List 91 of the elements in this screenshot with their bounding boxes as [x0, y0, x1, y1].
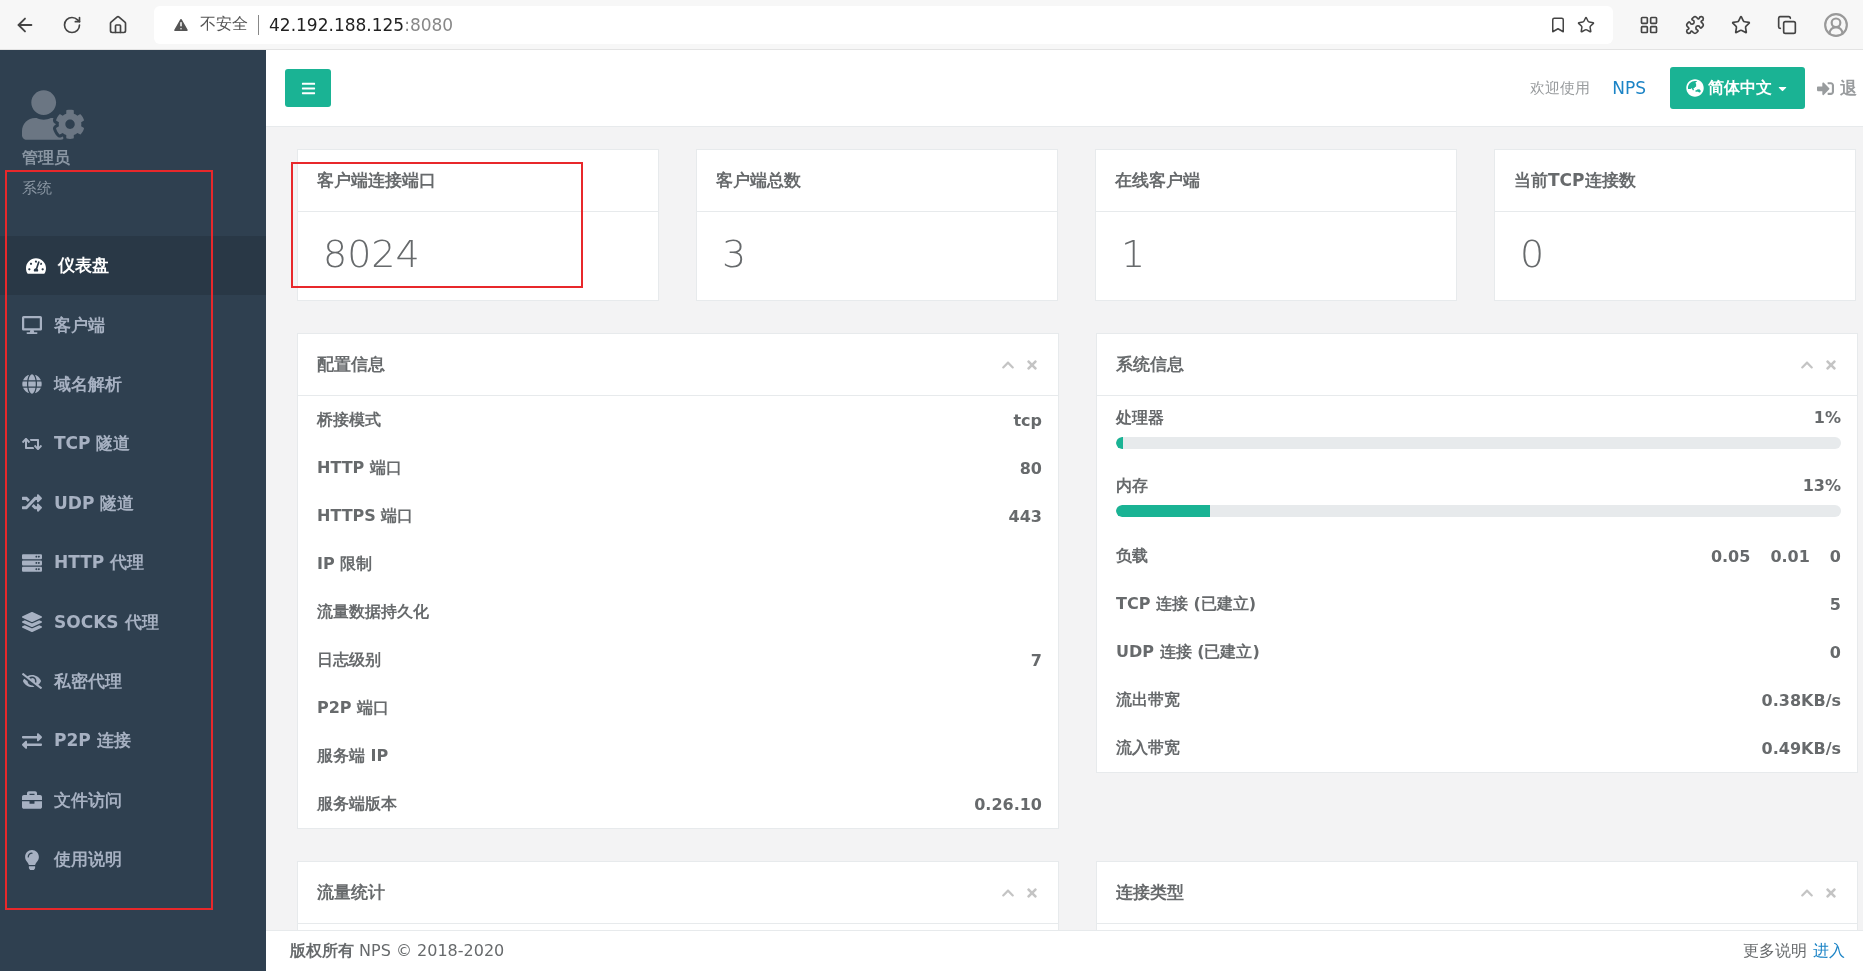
home-icon[interactable]: [108, 14, 128, 35]
close-icon[interactable]: [1824, 885, 1838, 900]
nav-item[interactable]: 域名解析: [0, 354, 266, 415]
row-value: 13%: [1802, 476, 1841, 497]
logout-link[interactable]: 退: [1817, 76, 1863, 100]
security-label: 不安全: [200, 14, 248, 35]
server-icon: [22, 552, 42, 573]
nav-item[interactable]: 文件访问: [0, 770, 266, 830]
stat-value: 0: [1519, 231, 1546, 278]
row-label: 处理器: [1116, 408, 1164, 429]
reload-icon[interactable]: [62, 14, 82, 35]
row-label: 流出带宽: [1116, 689, 1180, 711]
row-label: UDP 连接 (已建立): [1116, 641, 1260, 663]
nav-item[interactable]: 使用说明: [0, 829, 266, 890]
row-value: 1%: [1813, 408, 1841, 429]
row-value: 7: [1030, 650, 1042, 670]
monitor-icon: [22, 315, 42, 336]
shuffle-icon: [22, 493, 42, 514]
row-value: 0.01: [1770, 546, 1810, 566]
row-label: 流入带宽: [1116, 737, 1180, 759]
favorites-icon[interactable]: [1731, 14, 1751, 35]
row-label: 流量数据持久化: [317, 601, 429, 623]
avatar-icon[interactable]: [1823, 11, 1849, 38]
menu-button[interactable]: [285, 69, 331, 107]
url-host: 42.192.188.125:8080: [269, 14, 454, 35]
nav-item[interactable]: 私密代理: [0, 651, 266, 712]
panel-title: 配置信息: [317, 353, 385, 376]
panel-title: 流量统计: [317, 881, 385, 904]
row-label: TCP 连接 (已建立): [1116, 593, 1257, 615]
eye-slash-icon: [22, 671, 42, 692]
layers-icon: [22, 612, 42, 633]
close-icon[interactable]: [1025, 357, 1039, 372]
puzzle-icon[interactable]: [1685, 14, 1705, 35]
row-value: 5: [1829, 594, 1841, 614]
stat-value: 3: [721, 231, 748, 278]
welcome-text: 欢迎使用: [1530, 78, 1591, 98]
row-value: 0.38KB/s: [1761, 690, 1841, 710]
panel-title: 连接类型: [1116, 881, 1184, 904]
panel-title: 系统信息: [1116, 353, 1184, 376]
globe-icon: [1686, 79, 1704, 97]
row-label: 日志级别: [317, 649, 381, 671]
nav-item[interactable]: SOCKS 代理: [0, 592, 266, 652]
nav-item[interactable]: 仪表盘: [0, 236, 266, 296]
nav-item[interactable]: P2P 连接: [0, 711, 266, 771]
sign-in-icon: [1817, 79, 1834, 97]
nav-item[interactable]: HTTP 代理: [0, 532, 266, 593]
language-button[interactable]: 简体中文: [1670, 67, 1805, 109]
row-label: 服务端版本: [317, 793, 397, 815]
row-value: 0.05: [1710, 546, 1751, 566]
section-label: 系统: [22, 179, 52, 198]
row-label: HTTP 端口: [317, 457, 402, 479]
row-value: 80: [1019, 458, 1042, 478]
menu-icon: [300, 80, 316, 96]
globe-icon: [22, 374, 42, 395]
stat-title: 在线客户端: [1115, 169, 1200, 192]
stat-title: 客户端连接端口: [317, 169, 436, 192]
copyright-text: 版权所有 NPS © 2018-2020: [290, 940, 505, 962]
row-value: 443: [1008, 506, 1042, 526]
gauge-icon: [26, 255, 46, 276]
row-label: 负载: [1116, 545, 1148, 567]
row-label: 桥接模式: [317, 409, 381, 431]
row-label: HTTPS 端口: [317, 505, 414, 527]
close-icon[interactable]: [1824, 357, 1838, 372]
row-label: 内存: [1116, 476, 1148, 497]
nav-item[interactable]: 客户端: [0, 295, 266, 355]
row-label: IP 限制: [317, 553, 373, 575]
brand-link[interactable]: NPS: [1612, 78, 1646, 98]
row-value: 0: [1829, 546, 1841, 566]
row-label: P2P 端口: [317, 697, 390, 719]
collections-icon[interactable]: [1777, 14, 1797, 35]
stat-value: 1: [1120, 231, 1147, 278]
row-value: tcp: [1013, 410, 1042, 430]
stat-title: 客户端总数: [716, 169, 801, 192]
grid-icon[interactable]: [1639, 14, 1659, 35]
row-label: 服务端 IP: [317, 745, 389, 767]
exchange-icon: [22, 730, 42, 751]
row-value: 0.49KB/s: [1761, 738, 1841, 758]
nav-item[interactable]: TCP 隧道: [0, 414, 266, 474]
user-label: 管理员: [22, 148, 70, 169]
row-value: 0.26.10: [974, 794, 1042, 814]
briefcase-icon: [22, 790, 42, 811]
star-icon[interactable]: [1577, 15, 1595, 34]
stat-value: 8024: [322, 231, 421, 278]
address-bar[interactable]: 不安全 42.192.188.125:8080: [154, 5, 1613, 44]
stat-title: 当前TCP连接数: [1514, 169, 1636, 192]
more-text: 更多说明: [1743, 940, 1807, 962]
enter-link[interactable]: 进入: [1813, 940, 1845, 962]
nav-item[interactable]: UDP 隧道: [0, 473, 266, 533]
lightbulb-icon: [22, 849, 42, 870]
row-value: 0: [1829, 642, 1841, 662]
close-icon[interactable]: [1025, 885, 1039, 900]
